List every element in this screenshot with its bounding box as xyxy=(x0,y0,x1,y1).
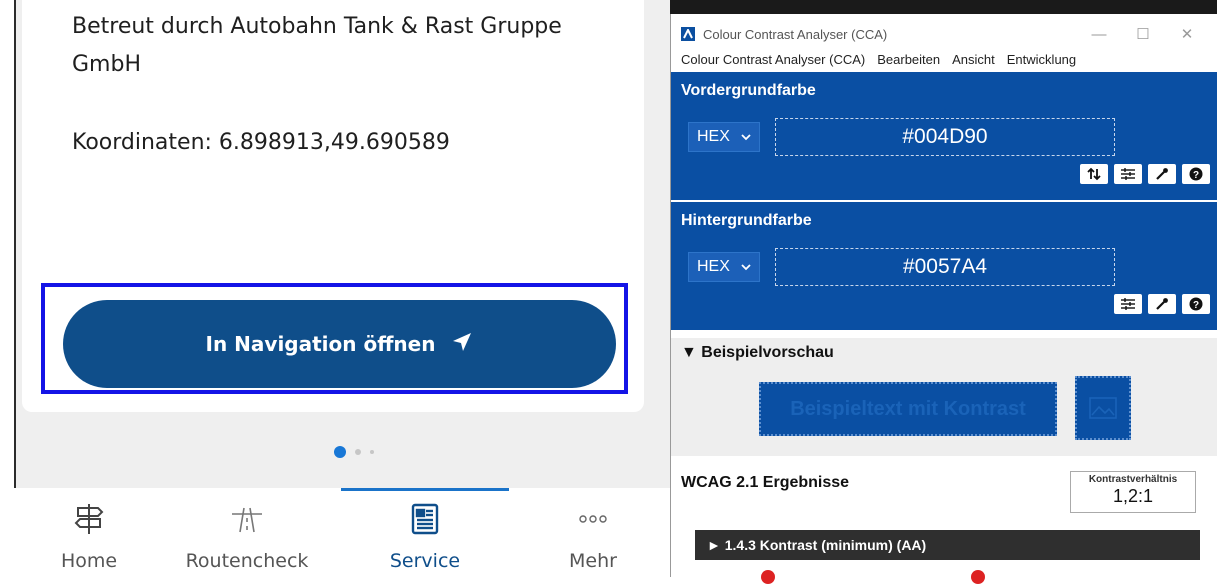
fail-icon xyxy=(761,570,775,584)
focus-highlight-frame xyxy=(41,283,628,394)
results-title: WCAG 2.1 Ergebnisse xyxy=(681,474,850,491)
window-titlebar: Colour Contrast Analyser (CCA) — ☐ ✕ xyxy=(671,20,1217,48)
eyedropper-icon[interactable] xyxy=(1148,164,1176,184)
foreground-tools: ? xyxy=(1080,164,1210,184)
window-title: Colour Contrast Analyser (CCA) xyxy=(703,26,888,42)
contrast-ratio-label: Kontrastverhältnis xyxy=(1088,474,1178,485)
menu-bar: Colour Contrast Analyser (CCA) Bearbeite… xyxy=(671,48,1076,70)
contrast-ratio-value: 1,2:1 xyxy=(1112,486,1154,506)
preview-toggle[interactable]: ▼ Beispielvorschau xyxy=(681,344,834,362)
tab-service-label: Service xyxy=(389,550,461,572)
menu-item-bearbeiten[interactable]: Bearbeiten xyxy=(877,52,940,67)
background-panel: Hintergrundfarbe HEX #0057A4 ? xyxy=(671,202,1217,330)
help-icon[interactable]: ? xyxy=(1182,164,1210,184)
svg-text:?: ? xyxy=(1193,170,1199,181)
tab-routencheck-label: Routencheck xyxy=(185,550,309,572)
more-dots-icon xyxy=(578,502,608,536)
help-icon[interactable]: ? xyxy=(1182,294,1210,314)
cca-window: Colour Contrast Analyser (CCA) — ☐ ✕ Col… xyxy=(670,14,1217,584)
sample-text-preview: Beispieltext mit Kontrast xyxy=(759,382,1057,436)
adjust-sliders-icon[interactable] xyxy=(1114,164,1142,184)
pager-dot[interactable] xyxy=(355,449,361,455)
tab-mehr[interactable]: Mehr xyxy=(558,488,628,577)
menu-item-app[interactable]: Colour Contrast Analyser (CCA) xyxy=(681,52,865,67)
pager-dot[interactable] xyxy=(370,450,374,454)
maximize-icon[interactable]: ☐ xyxy=(1123,20,1163,48)
pager-dot-active[interactable] xyxy=(334,446,346,458)
contrast-ratio-box: Kontrastverhältnis 1,2:1 xyxy=(1070,471,1196,513)
carousel-pager xyxy=(334,446,374,458)
bottom-tab-bar: Home Routencheck Service Mehr xyxy=(14,488,670,577)
criterion-1-4-3-toggle[interactable]: ► 1.4.3 Kontrast (minimum) (AA) xyxy=(695,530,1200,560)
background-format-select[interactable]: HEX xyxy=(688,252,760,282)
menu-item-entwicklung[interactable]: Entwicklung xyxy=(1007,52,1076,67)
image-icon xyxy=(1089,397,1117,419)
cca-app-icon xyxy=(681,27,695,41)
tab-home[interactable]: Home xyxy=(54,488,124,577)
tab-routencheck[interactable]: Routencheck xyxy=(182,488,312,577)
background-hex-input[interactable]: #0057A4 xyxy=(775,248,1115,286)
sample-icon-preview xyxy=(1075,376,1131,440)
road-icon xyxy=(230,502,264,536)
operator-text: Betreut durch Autobahn Tank & Rast Grupp… xyxy=(72,14,562,77)
tab-mehr-label: Mehr xyxy=(569,550,617,572)
chevron-down-icon xyxy=(741,258,751,276)
eyedropper-icon[interactable] xyxy=(1148,294,1176,314)
foreground-hex-input[interactable]: #004D90 xyxy=(775,118,1115,156)
swap-colors-icon[interactable] xyxy=(1080,164,1108,184)
background-tools: ? xyxy=(1114,294,1210,314)
signpost-icon xyxy=(74,502,104,536)
background-format-value: HEX xyxy=(697,258,730,275)
window-top-strip xyxy=(670,0,1217,14)
tab-service[interactable]: Service xyxy=(384,488,466,577)
tab-home-label: Home xyxy=(60,550,118,572)
svg-text:?: ? xyxy=(1193,300,1199,311)
foreground-panel: Vordergrundfarbe HEX #004D90 ? xyxy=(671,72,1217,200)
menu-item-ansicht[interactable]: Ansicht xyxy=(952,52,995,67)
background-title: Hintergrundfarbe xyxy=(681,212,812,229)
foreground-format-select[interactable]: HEX xyxy=(688,122,760,152)
chevron-down-icon xyxy=(741,128,751,146)
close-icon[interactable]: ✕ xyxy=(1167,20,1207,48)
foreground-format-value: HEX xyxy=(697,128,730,145)
foreground-title: Vordergrundfarbe xyxy=(681,82,816,99)
criterion-status-row xyxy=(761,570,1191,584)
minimize-icon[interactable]: — xyxy=(1079,20,1119,48)
adjust-sliders-icon[interactable] xyxy=(1114,294,1142,314)
active-tab-indicator xyxy=(341,488,509,491)
fail-icon xyxy=(971,570,985,584)
document-icon xyxy=(411,502,439,536)
coordinates-text: Koordinaten: 6.898913,49.690589 xyxy=(72,130,450,155)
